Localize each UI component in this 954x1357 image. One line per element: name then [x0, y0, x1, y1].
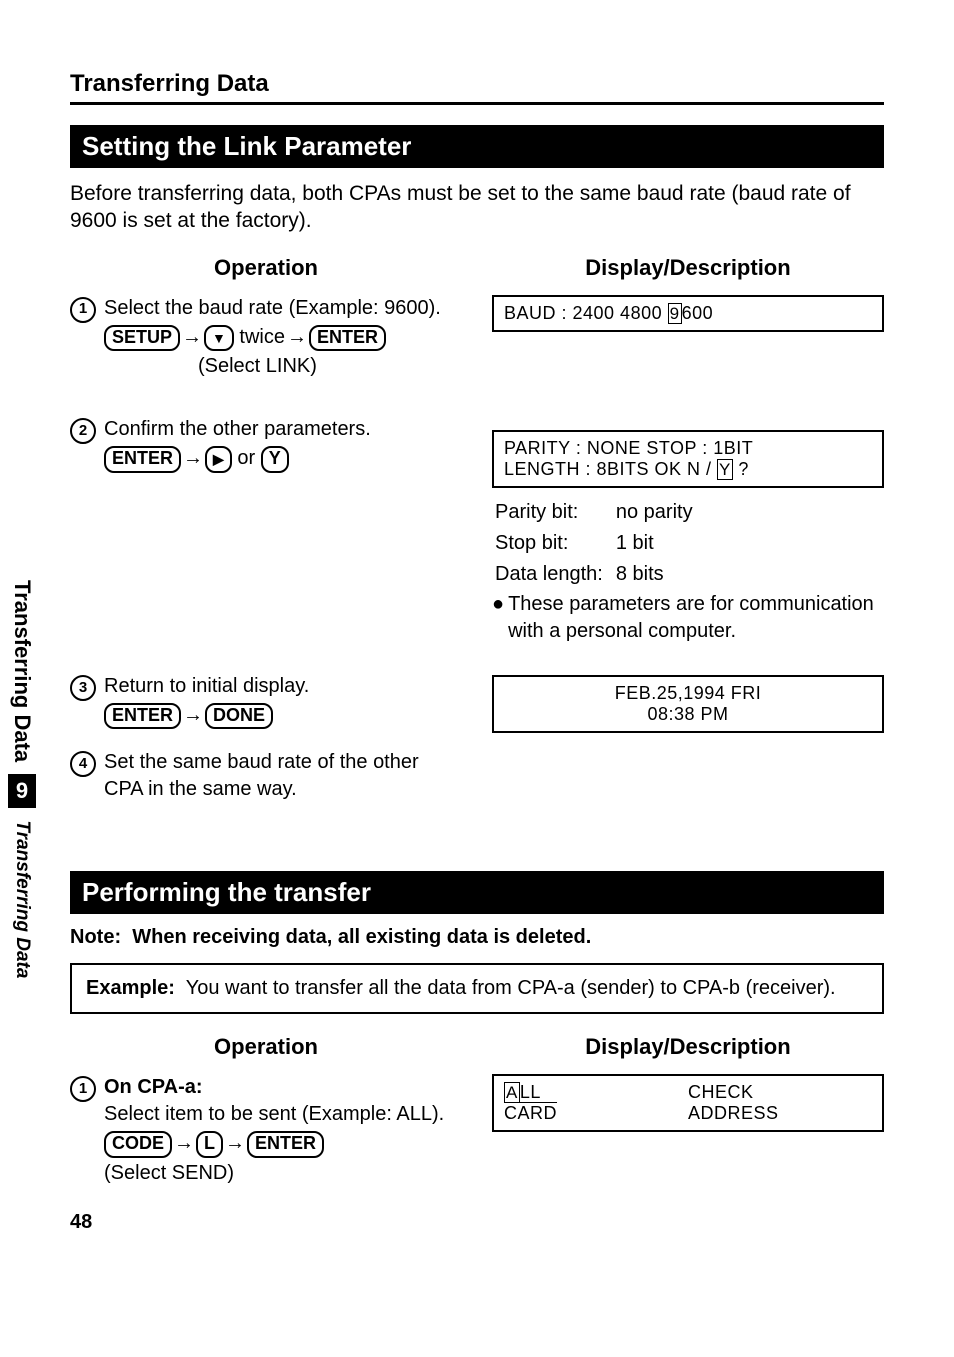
step-number-icon: 4: [70, 751, 96, 777]
example-text: You want to transfer all the data from C…: [186, 977, 836, 999]
col-operation-head: Operation: [70, 255, 462, 281]
step-3: 3 Return to initial display. ENTER→DONE: [70, 673, 462, 732]
key-enter: ENTER: [309, 325, 386, 352]
note-label: Note:: [70, 926, 121, 948]
stop-label: Stop bit:: [494, 529, 613, 558]
arrow-icon: →: [285, 326, 309, 348]
arrow-icon: →: [180, 326, 204, 348]
key-down-icon: [204, 325, 234, 352]
length-post: ?: [733, 459, 749, 479]
col-display-head: Display/Description: [492, 255, 884, 281]
key-enter: ENTER: [104, 446, 181, 473]
step-4: 4 Set the same baud rate of the other CP…: [70, 749, 462, 803]
step-number-icon: 1: [70, 297, 96, 323]
key-done: DONE: [205, 703, 273, 730]
bullet-icon: ●: [492, 591, 504, 645]
step-2: 2 Confirm the other parameters. ENTER→ o…: [70, 416, 462, 475]
step2-text: Confirm the other parameters.: [104, 416, 371, 443]
param-note: These parameters are for communication w…: [508, 591, 884, 645]
note-text: When receiving data, all existing data i…: [132, 926, 591, 948]
step2-1-title: On CPA-a:: [104, 1076, 203, 1098]
parity-label: Parity bit:: [494, 498, 613, 527]
page-title: Transferring Data: [70, 70, 884, 105]
key-code: CODE: [104, 1131, 172, 1158]
example-label: Example:: [86, 977, 175, 999]
cursor-box: 9: [668, 303, 682, 324]
col-display-head-2: Display/Description: [492, 1034, 884, 1060]
baud-pre: BAUD : 2400 4800: [504, 303, 668, 323]
step-number-icon: 2: [70, 418, 96, 444]
stop-value: 1 bit: [615, 529, 703, 558]
step-1: 1 Select the baud rate (Example: 9600). …: [70, 295, 462, 381]
key-right-icon: [205, 446, 232, 473]
param-description: Parity bit:no parity Stop bit:1 bit Data…: [492, 496, 884, 645]
cursor-box: Y: [717, 459, 733, 480]
step3-text: Return to initial display.: [104, 673, 309, 700]
key-y: Y: [261, 446, 289, 473]
or-label: or: [232, 447, 261, 469]
length-value: 8 bits: [615, 560, 703, 589]
menu-all-post: LL: [520, 1082, 541, 1102]
key-enter: ENTER: [104, 703, 181, 730]
step4-text: Set the same baud rate of the other CPA …: [104, 749, 462, 803]
arrow-icon: →: [172, 1132, 196, 1154]
cursor-box: A: [504, 1082, 520, 1103]
display-baud: BAUD : 2400 4800 9600: [492, 295, 884, 332]
baud-post: 600: [682, 303, 714, 323]
date-line: FEB.25,1994 FRI: [504, 683, 872, 704]
step1-text: Select the baud rate (Example: 9600).: [104, 295, 441, 322]
arrow-icon: →: [181, 704, 205, 726]
display-datetime: FEB.25,1994 FRI 08:38 PM: [492, 675, 884, 733]
display-menu: ALL CARD CHECK ADDRESS: [492, 1074, 884, 1132]
key-setup: SETUP: [104, 325, 180, 352]
step2-1-text: Select item to be sent (Example: ALL).: [104, 1101, 444, 1128]
page-number: 48: [70, 1211, 884, 1234]
key-enter: ENTER: [247, 1131, 324, 1158]
section-header-2: Performing the transfer: [70, 871, 884, 914]
section2-note: Note: When receiving data, all existing …: [70, 926, 884, 949]
menu-card: CARD: [504, 1103, 557, 1124]
section-header-1: Setting the Link Parameter: [70, 125, 884, 168]
section1-intro: Before transferring data, both CPAs must…: [70, 180, 884, 235]
example-box: Example: You want to transfer all the da…: [70, 963, 884, 1014]
step2-1-sub: (Select SEND): [104, 1160, 444, 1187]
length-pre: LENGTH : 8BITS OK N /: [504, 459, 717, 479]
twice-label: twice: [234, 326, 285, 348]
step-number-icon: 1: [70, 1076, 96, 1102]
time-line: 08:38 PM: [504, 704, 872, 725]
parity-line1: PARITY : NONE STOP : 1BIT: [504, 438, 872, 459]
col-operation-head-2: Operation: [70, 1034, 462, 1060]
step2-1: 1 On CPA-a: Select item to be sent (Exam…: [70, 1074, 462, 1187]
length-label: Data length:: [494, 560, 613, 589]
menu-check: CHECK: [688, 1082, 872, 1103]
parity-value: no parity: [615, 498, 703, 527]
arrow-icon: →: [223, 1132, 247, 1154]
menu-address: ADDRESS: [688, 1103, 872, 1124]
arrow-icon: →: [181, 447, 205, 469]
display-parity: PARITY : NONE STOP : 1BIT LENGTH : 8BITS…: [492, 430, 884, 488]
step1-sub: (Select LINK): [74, 353, 441, 380]
step-number-icon: 3: [70, 675, 96, 701]
key-l: L: [196, 1131, 223, 1158]
